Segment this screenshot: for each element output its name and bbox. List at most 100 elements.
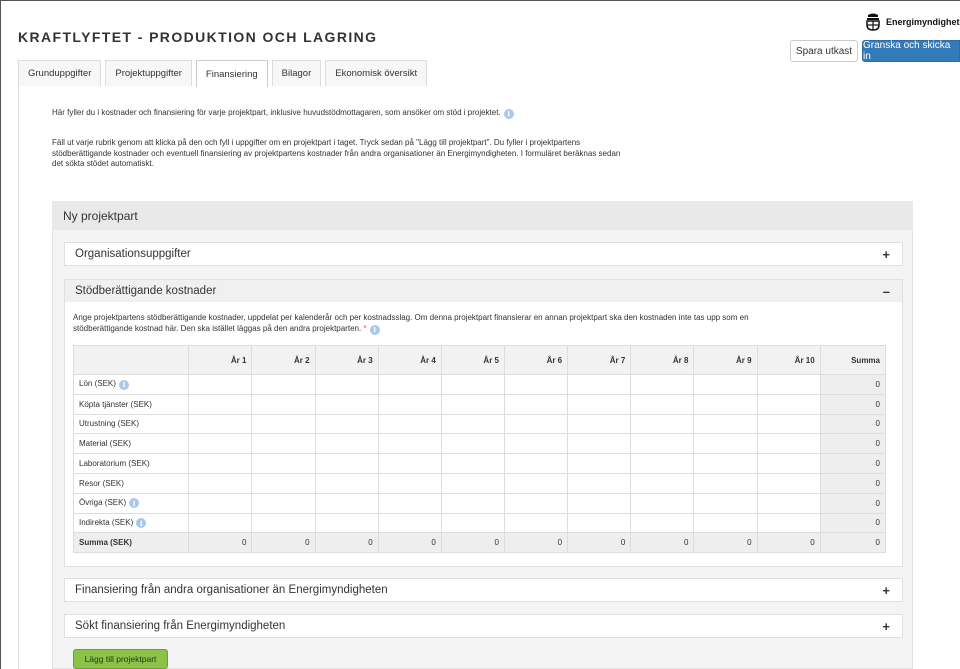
cost-input-cell[interactable] (630, 393, 695, 415)
cost-input-cell[interactable] (567, 433, 632, 455)
cost-input-cell[interactable] (377, 492, 442, 514)
tab-projektuppgifter[interactable]: Projektuppgifter (105, 60, 192, 86)
cost-input-cell[interactable] (567, 413, 632, 435)
tab-bilagor[interactable]: Bilagor (271, 60, 322, 86)
cost-input-cell[interactable] (693, 393, 758, 415)
cost-input-cell[interactable] (503, 453, 569, 474)
cost-input-cell[interactable] (377, 433, 442, 455)
cost-input-cell[interactable] (251, 433, 316, 455)
cost-input-cell[interactable] (188, 453, 253, 474)
cost-input-cell[interactable] (251, 393, 316, 415)
cost-input-cell[interactable] (503, 433, 569, 455)
cost-input-cell[interactable] (440, 374, 505, 395)
cost-input-cell[interactable] (630, 453, 695, 474)
cost-input-cell[interactable] (377, 453, 442, 474)
cost-input-cell[interactable] (251, 413, 316, 435)
cost-input-cell[interactable] (440, 433, 505, 455)
cost-input-cell[interactable] (251, 512, 316, 534)
cost-input-cell[interactable] (503, 393, 569, 415)
cost-input-cell[interactable] (503, 492, 569, 514)
info-icon[interactable]: i (129, 498, 140, 509)
save-draft-button[interactable]: Spara utkast (790, 40, 858, 62)
cost-input-cell[interactable] (756, 433, 821, 455)
cost-input-cell[interactable] (188, 512, 253, 534)
cost-input-cell[interactable] (756, 492, 821, 514)
cost-input-cell[interactable] (567, 374, 632, 395)
cost-input-cell[interactable] (440, 413, 505, 435)
cost-input-cell[interactable] (503, 413, 569, 435)
cost-input-cell[interactable] (188, 374, 253, 395)
cost-input-cell[interactable] (630, 492, 695, 514)
cost-input-cell[interactable] (567, 453, 632, 474)
cost-input-cell[interactable] (693, 433, 758, 455)
requested-financing-section-header[interactable]: Sökt finansiering från Energimyndigheten… (65, 615, 902, 637)
cost-input-cell[interactable] (693, 413, 758, 435)
cost-input-cell[interactable] (188, 433, 253, 455)
organisation-section-header[interactable]: Organisationsuppgifter + (65, 243, 902, 265)
info-icon[interactable]: i (118, 379, 129, 390)
cost-input-cell[interactable] (188, 393, 253, 415)
cost-input-cell[interactable] (440, 453, 505, 474)
cost-input-cell[interactable] (503, 512, 569, 534)
cost-input-cell[interactable] (188, 413, 253, 435)
cost-input-cell[interactable] (314, 413, 379, 435)
tab-ekonomisk-oversikt[interactable]: Ekonomisk översikt (325, 60, 428, 86)
cost-input-cell[interactable] (630, 413, 695, 435)
add-project-party-button[interactable]: Lägg till projektpart (73, 649, 168, 669)
cost-input-cell[interactable] (251, 472, 316, 494)
cost-input-cell[interactable] (314, 472, 379, 494)
cost-input-cell[interactable] (630, 512, 695, 534)
info-icon[interactable]: i (136, 518, 147, 529)
cost-input-cell[interactable] (630, 472, 695, 494)
cost-input-cell[interactable] (377, 512, 442, 534)
cost-input-cell[interactable] (314, 374, 379, 395)
cost-input-cell[interactable] (693, 374, 758, 395)
info-icon[interactable]: i (503, 109, 514, 120)
eligible-costs-section-header[interactable]: Stödberättigande kostnader – (65, 280, 902, 302)
expand-icon[interactable]: + (882, 583, 890, 598)
cost-input-cell[interactable] (251, 453, 316, 474)
cost-input-cell[interactable] (630, 374, 695, 395)
cost-input-cell[interactable] (756, 374, 821, 395)
cost-input-cell[interactable] (567, 512, 632, 534)
cost-input-cell[interactable] (314, 393, 379, 415)
cost-input-cell[interactable] (756, 453, 821, 474)
cost-input-cell[interactable] (756, 512, 821, 534)
expand-icon[interactable]: + (882, 619, 890, 634)
collapse-icon[interactable]: – (883, 284, 890, 299)
cost-input-cell[interactable] (251, 492, 316, 514)
cost-input-cell[interactable] (503, 374, 569, 395)
cost-input-cell[interactable] (756, 472, 821, 494)
cost-input-cell[interactable] (377, 472, 442, 494)
cost-input-cell[interactable] (756, 413, 821, 435)
cost-input-cell[interactable] (440, 472, 505, 494)
cost-input-cell[interactable] (693, 472, 758, 494)
cost-input-cell[interactable] (567, 472, 632, 494)
cost-input-cell[interactable] (314, 492, 379, 514)
cost-input-cell[interactable] (630, 433, 695, 455)
cost-input-cell[interactable] (377, 393, 442, 415)
cost-input-cell[interactable] (756, 393, 821, 415)
cost-input-cell[interactable] (567, 393, 632, 415)
tab-grunduppgifter[interactable]: Grunduppgifter (18, 60, 102, 86)
cost-input-cell[interactable] (314, 512, 379, 534)
cost-input-cell[interactable] (188, 492, 253, 514)
cost-input-cell[interactable] (440, 492, 505, 514)
cost-input-cell[interactable] (188, 472, 253, 494)
cost-input-cell[interactable] (503, 472, 569, 494)
tab-finansiering[interactable]: Finansiering (195, 60, 268, 87)
other-financing-section-header[interactable]: Finansiering från andra organisationer ä… (65, 579, 902, 601)
cost-input-cell[interactable] (693, 512, 758, 534)
cost-input-cell[interactable] (377, 374, 442, 395)
expand-icon[interactable]: + (882, 247, 890, 262)
review-submit-button[interactable]: Granska och skicka in (862, 40, 960, 62)
info-icon[interactable]: i (369, 325, 380, 335)
cost-input-cell[interactable] (440, 393, 505, 415)
cost-input-cell[interactable] (251, 374, 316, 395)
cost-input-cell[interactable] (377, 413, 442, 435)
cost-input-cell[interactable] (314, 453, 379, 474)
cost-input-cell[interactable] (693, 492, 758, 514)
cost-input-cell[interactable] (314, 433, 379, 455)
cost-input-cell[interactable] (440, 512, 505, 534)
cost-input-cell[interactable] (567, 492, 632, 514)
